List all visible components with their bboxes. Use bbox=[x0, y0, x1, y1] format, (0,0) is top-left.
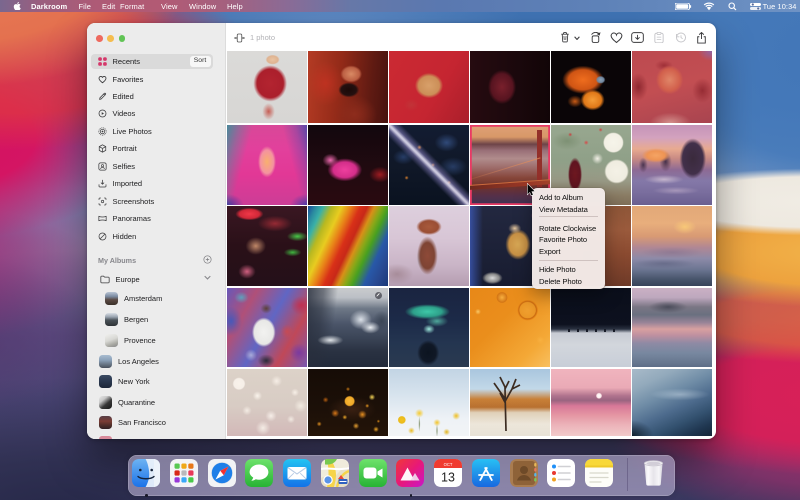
svg-text:13: 13 bbox=[441, 470, 455, 484]
svg-text:OCT: OCT bbox=[444, 461, 453, 466]
